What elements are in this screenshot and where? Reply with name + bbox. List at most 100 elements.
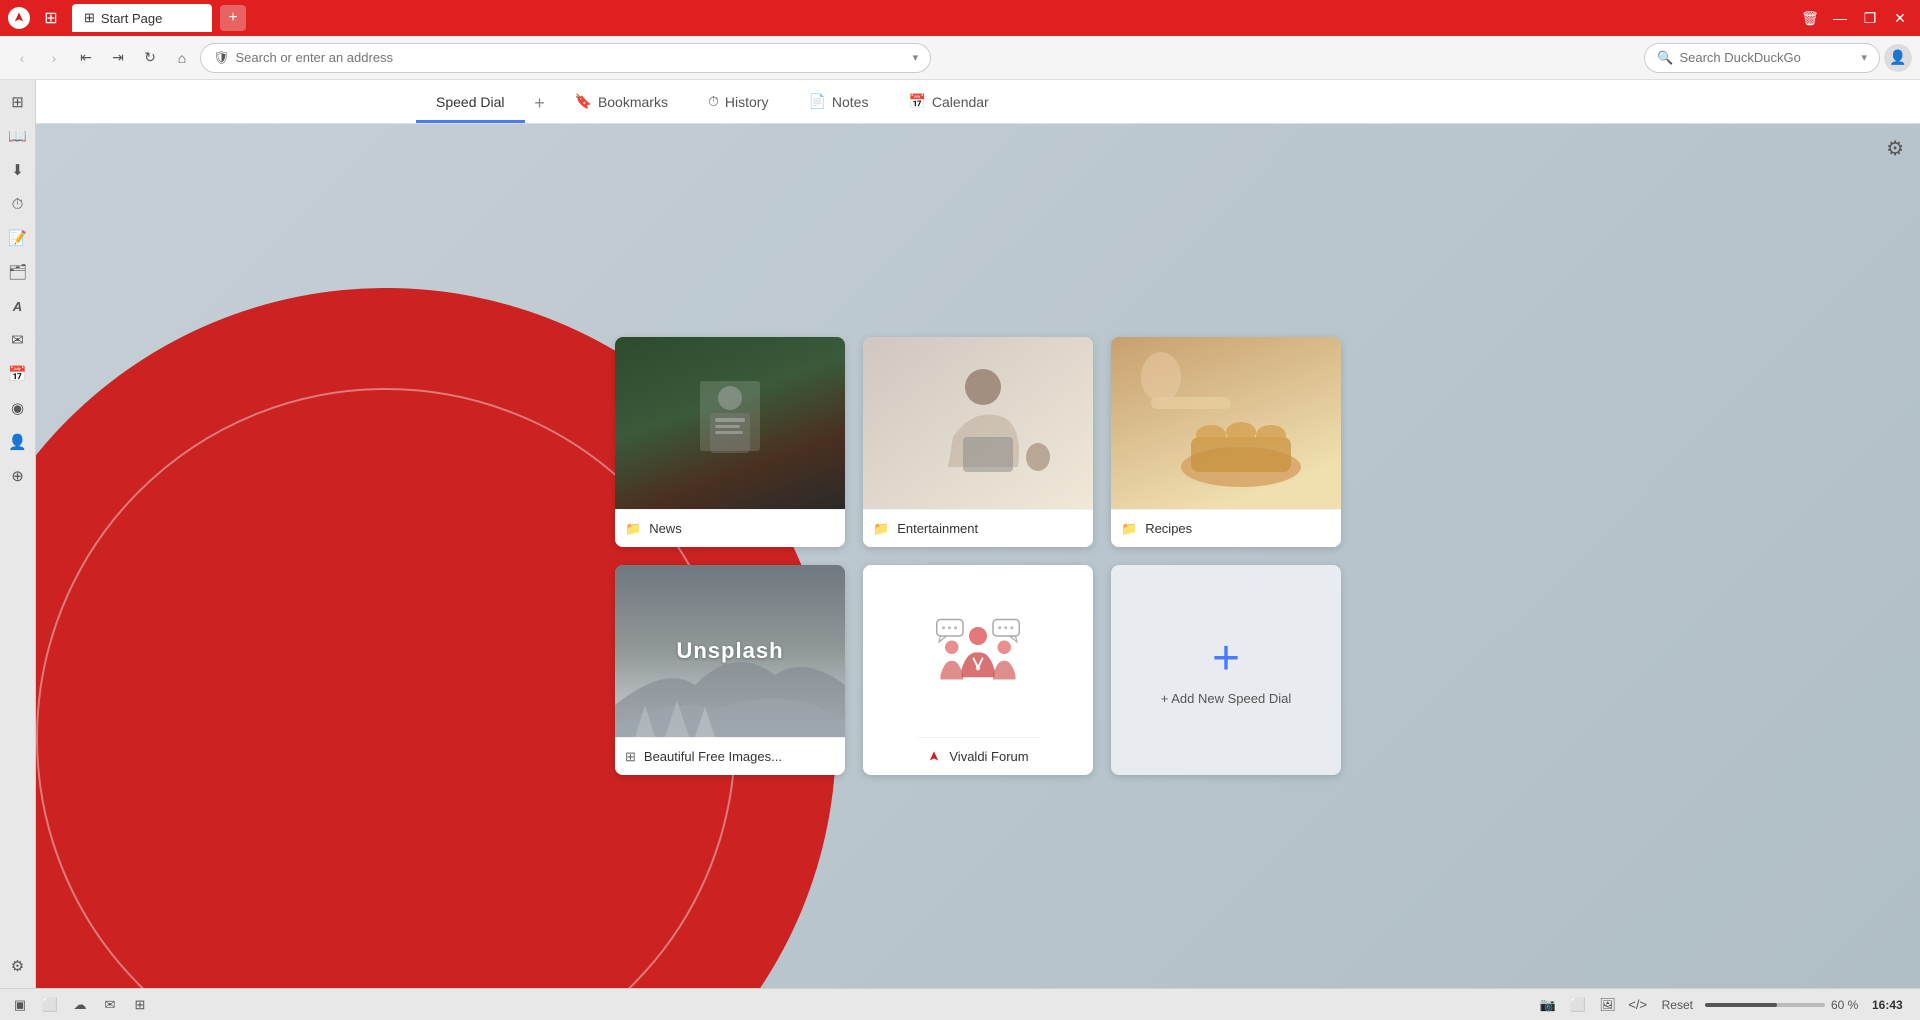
tab-notes[interactable]: 📄 Notes: [788, 83, 888, 123]
unsplash-card-label: Beautiful Free Images...: [644, 749, 782, 764]
entertainment-folder-icon: 📁: [873, 521, 889, 537]
tab-favicon: ⊞: [84, 10, 95, 26]
close-button[interactable]: ✕: [1888, 6, 1912, 30]
window-button[interactable]: ⬜: [1566, 993, 1590, 1017]
recipes-card-footer: 📁 Recipes: [1111, 509, 1341, 547]
search-input[interactable]: [1679, 50, 1855, 65]
speed-dial-card-vivaldi-forum[interactable]: Vivaldi Forum: [863, 565, 1093, 775]
status-mail-button[interactable]: ✉: [98, 993, 122, 1017]
rewind-button[interactable]: ⇤: [72, 44, 100, 72]
fastforward-button[interactable]: ⇥: [104, 44, 132, 72]
history-tab-label: History: [725, 94, 769, 110]
delete-button[interactable]: 🗑: [1798, 6, 1822, 30]
sidebar-item-history[interactable]: ⏱: [2, 188, 34, 220]
speed-dial-card-news[interactable]: 📁 News: [615, 337, 845, 547]
unsplash-text-overlay: Unsplash: [676, 638, 783, 664]
title-bar: ⊞ ⊞ Start Page + 🗑 — ❐ ✕: [0, 0, 1920, 36]
recipes-card-label: Recipes: [1145, 521, 1192, 536]
sidebar-item-notes[interactable]: 📝: [2, 222, 34, 254]
status-bar: ▣ ⬜ ☁ ✉ ⊞ 📷 ⬜ 🖼 </> Reset 60 % 16:43: [0, 988, 1920, 1020]
tab-history[interactable]: ⏱ History: [688, 83, 788, 123]
maximize-button[interactable]: ❐: [1858, 6, 1882, 30]
tab-bookmarks[interactable]: 🔖 Bookmarks: [555, 83, 688, 123]
recipes-folder-icon: 📁: [1121, 521, 1137, 537]
main-layout: ⊞ 📖 ⬇ ⏱ 📝 🗂 A ✉ 📅 ◉ 👤 ⊕ ⚙ Speed Dial + 🔖…: [0, 80, 1920, 988]
screenshot-button[interactable]: 📷: [1536, 993, 1560, 1017]
sidebar-item-speed-dial[interactable]: ⊞: [2, 86, 34, 118]
recipes-thumbnail: [1111, 337, 1341, 509]
sidebar: ⊞ 📖 ⬇ ⏱ 📝 🗂 A ✉ 📅 ◉ 👤 ⊕ ⚙: [0, 80, 36, 988]
back-button[interactable]: ‹: [8, 44, 36, 72]
shield-icon: 🛡: [213, 50, 230, 66]
speed-dial-grid: 📁 News: [615, 337, 1341, 775]
address-bar-input-wrap[interactable]: 🛡 ▾: [200, 43, 931, 73]
sidebar-item-settings[interactable]: ⚙: [2, 950, 34, 982]
sidebar-item-mail[interactable]: ✉: [2, 324, 34, 356]
entertainment-card-label: Entertainment: [897, 521, 978, 536]
address-bar: ‹ › ⇤ ⇥ ↻ ⌂ 🛡 ▾ 🔍 ▾ 👤: [0, 36, 1920, 80]
news-card-label: News: [649, 521, 682, 536]
zoom-slider[interactable]: [1705, 1003, 1825, 1007]
news-folder-icon: 📁: [625, 521, 641, 537]
sidebar-item-feeds[interactable]: ◉: [2, 392, 34, 424]
zoom-slider-fill: [1705, 1003, 1777, 1007]
speed-dial-card-add-new[interactable]: + + Add New Speed Dial: [1111, 565, 1341, 775]
unsplash-footer-icon: ⊞: [625, 749, 636, 765]
content-area: Speed Dial + 🔖 Bookmarks ⏱ History 📄 Not…: [36, 80, 1920, 988]
apps-icon[interactable]: ⊞: [38, 5, 64, 31]
address-dropdown-icon[interactable]: ▾: [913, 51, 919, 64]
speed-dial-label: Speed Dial: [436, 94, 505, 110]
tab-speed-dial[interactable]: Speed Dial: [416, 83, 525, 123]
window-controls: 🗑 — ❐ ✕: [1798, 6, 1912, 30]
new-tab-button[interactable]: +: [220, 5, 246, 31]
speed-dial-settings-button[interactable]: ⚙: [1886, 136, 1904, 161]
news-card-footer: 📁 News: [615, 509, 845, 547]
sidebar-item-downloads[interactable]: ⬇: [2, 154, 34, 186]
minimize-button[interactable]: —: [1828, 6, 1852, 30]
reload-button[interactable]: ↻: [136, 44, 164, 72]
search-dropdown-icon[interactable]: ▾: [1861, 51, 1867, 64]
tab-add-button[interactable]: +: [525, 83, 555, 123]
search-bar[interactable]: 🔍 ▾: [1644, 43, 1880, 73]
sidebar-item-reading[interactable]: 📖: [2, 120, 34, 152]
sidebar-item-translate[interactable]: A: [2, 290, 34, 322]
forward-button[interactable]: ›: [40, 44, 68, 72]
entertainment-card-image: [863, 337, 1093, 509]
vivaldi-forum-illustration: [933, 565, 1023, 737]
entertainment-thumbnail: [863, 337, 1093, 509]
calendar-tab-label: Calendar: [932, 94, 989, 110]
vivaldi-forum-card-label: Vivaldi Forum: [949, 749, 1028, 764]
status-right: 📷 ⬜ 🖼 </> Reset 60 % 16:43: [1536, 993, 1912, 1017]
bookmarks-tab-icon: 🔖: [575, 93, 592, 110]
tab-calendar[interactable]: 📅 Calendar: [888, 83, 1008, 123]
add-new-plus-icon: +: [1212, 635, 1240, 683]
sidebar-item-contacts[interactable]: 👤: [2, 426, 34, 458]
reset-button[interactable]: Reset: [1656, 996, 1699, 1014]
home-button[interactable]: ⌂: [168, 44, 196, 72]
calendar-tab-icon: 📅: [908, 93, 925, 110]
recipes-card-image: [1111, 337, 1341, 509]
unsplash-card-image: Unsplash: [615, 565, 845, 737]
address-input[interactable]: [236, 50, 907, 65]
vivaldi-forum-card-footer: Vivaldi Forum: [917, 737, 1038, 775]
speed-dial-card-entertainment[interactable]: 📁 Entertainment: [863, 337, 1093, 547]
image-button[interactable]: 🖼: [1596, 993, 1620, 1017]
active-tab[interactable]: ⊞ Start Page: [72, 4, 212, 32]
sidebar-item-panel[interactable]: 🗂: [2, 256, 34, 288]
sidebar-item-add-panel[interactable]: ⊕: [2, 460, 34, 492]
speed-dial-card-unsplash[interactable]: Unsplash ⊞ Beautiful Free Images...: [615, 565, 845, 775]
status-panel-button[interactable]: ▣: [8, 993, 32, 1017]
profile-button[interactable]: 👤: [1884, 44, 1912, 72]
sidebar-item-calendar[interactable]: 📅: [2, 358, 34, 390]
status-tab-button[interactable]: ⬜: [38, 993, 62, 1017]
status-sync-button[interactable]: ☁: [68, 993, 92, 1017]
vivaldi-logo: [8, 7, 30, 29]
history-tab-icon: ⏱: [708, 93, 719, 110]
notes-tab-label: Notes: [832, 94, 869, 110]
code-button[interactable]: </>: [1626, 993, 1650, 1017]
status-calendar-status-button[interactable]: ⊞: [128, 993, 152, 1017]
unsplash-card-footer: ⊞ Beautiful Free Images...: [615, 737, 845, 775]
tab-bar: Speed Dial + 🔖 Bookmarks ⏱ History 📄 Not…: [36, 80, 1920, 124]
speed-dial-card-recipes[interactable]: 📁 Recipes: [1111, 337, 1341, 547]
notes-tab-icon: 📄: [808, 93, 825, 110]
